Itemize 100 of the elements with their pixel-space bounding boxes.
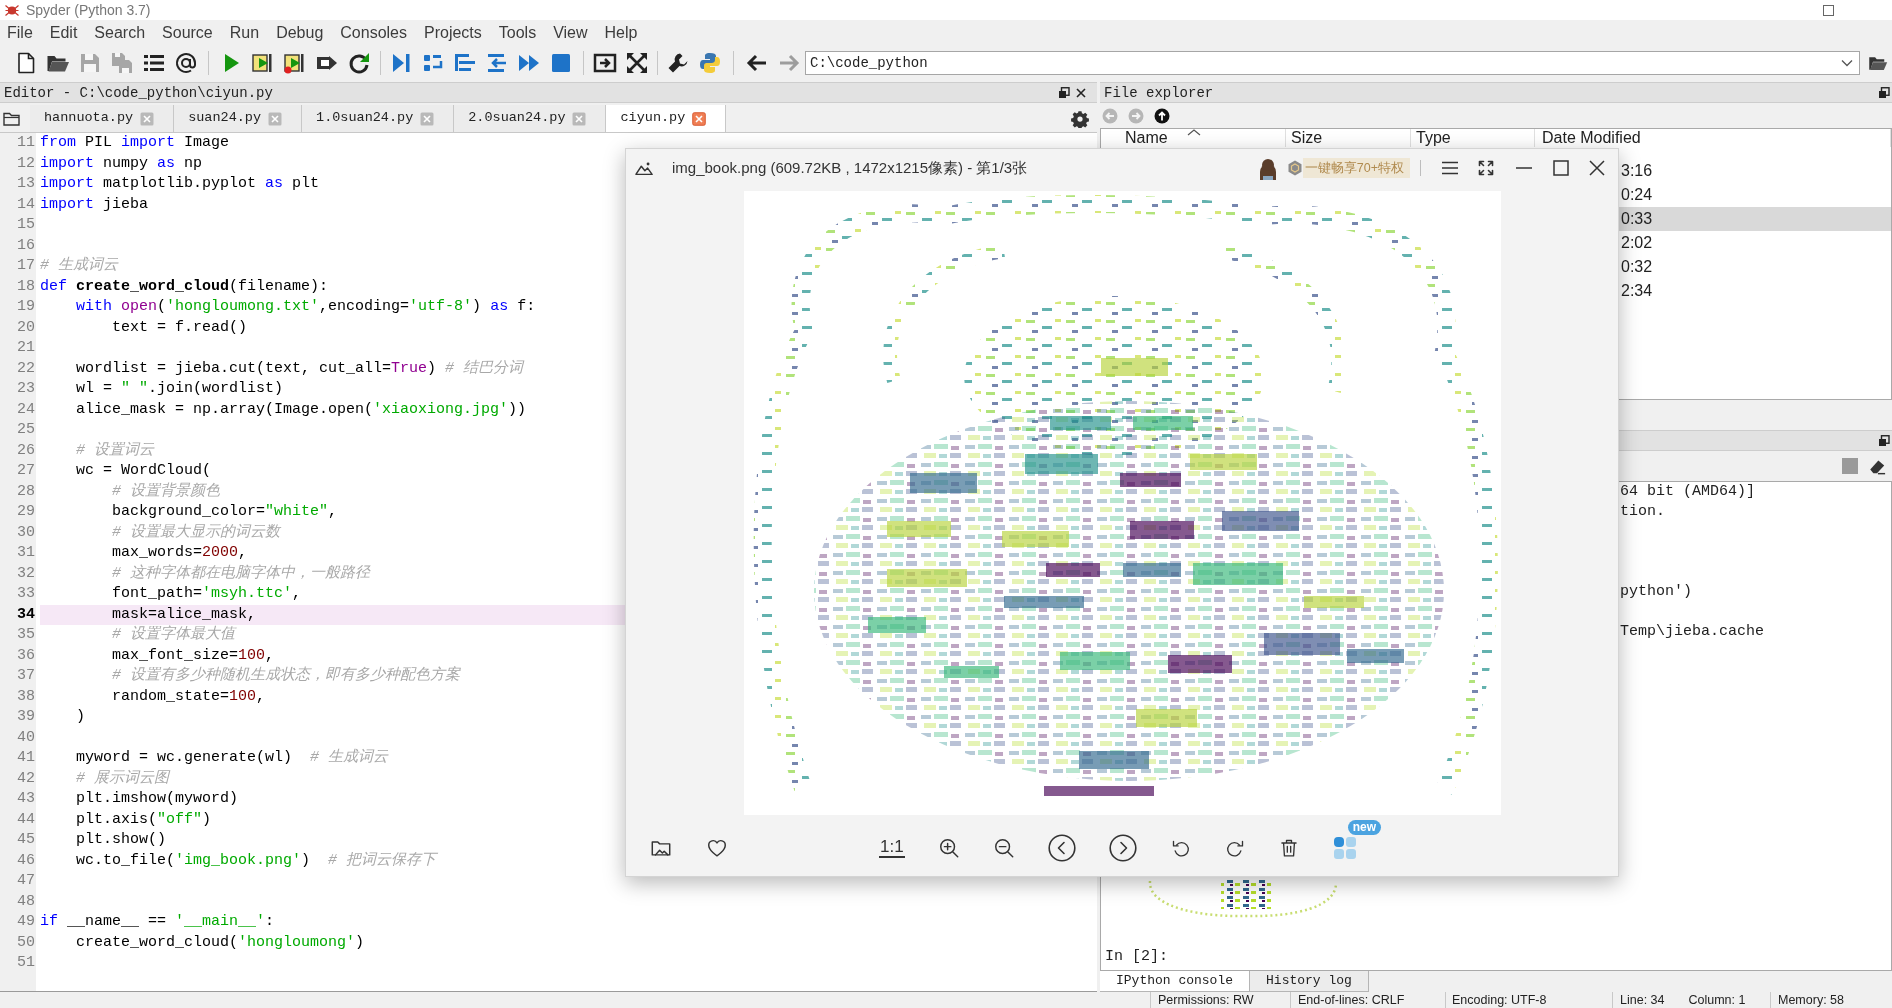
column-header[interactable]: Size xyxy=(1286,129,1410,147)
menu-item[interactable]: View xyxy=(553,23,588,43)
menu-icon[interactable] xyxy=(1441,161,1459,175)
line-number: 40 xyxy=(17,727,35,748)
next-icon[interactable] xyxy=(1108,833,1137,862)
menu-item[interactable]: Tools xyxy=(498,23,537,43)
line-number: 37 xyxy=(17,666,35,686)
console-output-line: tion. xyxy=(1620,502,1665,522)
line-number: 33 xyxy=(17,584,35,604)
column-header[interactable]: Type xyxy=(1411,129,1534,147)
spider-logo-icon xyxy=(5,4,19,16)
code-line: # 这种字体都在电脑字体中，一般路径 xyxy=(112,563,370,584)
line-number: 27 xyxy=(17,461,35,481)
line-number: 22 xyxy=(17,358,35,379)
menu-item[interactable]: Source xyxy=(162,23,213,43)
status-text: Column: 1 xyxy=(1688,993,1746,1007)
line-number: 21 xyxy=(17,338,35,358)
editor-tab[interactable]: ciyun.py xyxy=(606,105,727,132)
file-row[interactable]: 2:34 xyxy=(1619,279,1891,303)
close-tab-icon[interactable] xyxy=(692,111,707,126)
folder-outline-icon[interactable] xyxy=(3,111,20,126)
at-sign-icon[interactable] xyxy=(174,51,198,75)
menu-item[interactable]: Help xyxy=(604,23,638,43)
code-line: plt.axis("off") xyxy=(76,809,212,830)
editor-tab[interactable]: suan24.py xyxy=(174,105,303,132)
settings-icon[interactable] xyxy=(1071,109,1089,128)
mountain-logo-icon[interactable] xyxy=(635,160,653,176)
dropdown-caret-icon[interactable] xyxy=(1841,59,1853,67)
new-badge: new xyxy=(1347,819,1381,835)
maximize-pane-icon[interactable] xyxy=(593,51,617,75)
zoom-out-icon[interactable] xyxy=(992,836,1015,859)
maximize-icon[interactable] xyxy=(1553,160,1569,176)
play-cell-next-icon[interactable] xyxy=(283,51,307,75)
editor-tab[interactable]: 2.0suan24.py xyxy=(454,105,607,132)
zoom-in-icon[interactable] xyxy=(937,836,960,859)
status-text: Memory: 58 xyxy=(1778,993,1844,1007)
menu-item[interactable]: Debug xyxy=(276,23,324,43)
close-icon[interactable] xyxy=(1075,86,1087,99)
code-line: ) xyxy=(76,707,85,727)
console-tab[interactable]: History log xyxy=(1250,971,1369,992)
file-row[interactable]: 0:33 xyxy=(1619,207,1891,231)
status-text: Line: 34 xyxy=(1620,993,1665,1007)
up-icon[interactable] xyxy=(1154,107,1170,124)
restore-window-icon[interactable] xyxy=(1823,4,1834,16)
code-line: text = f.read() xyxy=(112,317,248,338)
step-out-icon[interactable] xyxy=(485,51,509,75)
code-line: wl = " ".join(wordlist) xyxy=(76,379,284,399)
undock-icon[interactable] xyxy=(1878,86,1890,99)
line-number: 24 xyxy=(17,399,35,420)
code-line: from PIL import Image xyxy=(40,133,230,153)
file-row[interactable]: 0:24 xyxy=(1619,183,1891,207)
previous-icon[interactable] xyxy=(1047,833,1076,862)
code-line: max_font_size=100, xyxy=(112,645,275,666)
menu-item[interactable]: Search xyxy=(94,23,146,43)
line-number: 34 xyxy=(17,604,35,625)
menu-item[interactable]: File xyxy=(7,23,33,43)
file-row[interactable]: 0:32 xyxy=(1619,255,1891,279)
menu-item[interactable]: Run xyxy=(229,23,260,43)
line-number: 44 xyxy=(17,809,35,830)
code-line: max_words=2000, xyxy=(112,543,248,563)
editor-tab[interactable]: hannuota.py xyxy=(30,105,175,132)
column-header[interactable]: Date Modified xyxy=(1535,129,1890,147)
undock-icon[interactable] xyxy=(1878,434,1890,447)
menu-item[interactable]: Projects xyxy=(424,23,482,43)
console-tab[interactable]: IPython console xyxy=(1100,971,1251,992)
line-number: 41 xyxy=(17,748,35,768)
code-line: plt.show() xyxy=(76,830,166,850)
python-icon[interactable] xyxy=(698,51,722,75)
rerun-icon[interactable] xyxy=(347,51,371,75)
line-number: 28 xyxy=(17,481,35,502)
fullscreen-icon[interactable] xyxy=(625,51,649,75)
wrench-icon[interactable] xyxy=(666,51,690,75)
menu-item[interactable]: Edit xyxy=(49,23,78,43)
code-line: def create_word_cloud(filename): xyxy=(40,276,329,297)
line-number: 26 xyxy=(17,440,35,461)
code-line: random_state=100, xyxy=(112,686,266,707)
line-number: 38 xyxy=(17,686,35,707)
play-cell-icon[interactable] xyxy=(251,51,275,75)
path-combo-box[interactable]: C:\code_python xyxy=(805,51,1860,75)
file-row[interactable]: 2:02 xyxy=(1619,231,1891,255)
actual-size-button[interactable]: 1:1 xyxy=(879,837,905,858)
menu-item[interactable]: Consoles xyxy=(340,23,407,43)
editor-tab[interactable]: 1.0suan24.py xyxy=(302,105,455,132)
stop-icon[interactable] xyxy=(549,51,573,75)
undock-icon[interactable] xyxy=(1058,86,1070,99)
close-icon[interactable] xyxy=(1589,160,1605,176)
line-number: 11 xyxy=(17,133,35,153)
column-header[interactable]: Name xyxy=(1101,129,1285,147)
code-line: mask=alice_mask, xyxy=(112,604,257,625)
line-number: 50 xyxy=(17,932,35,953)
line-number: 23 xyxy=(17,379,35,399)
file-row[interactable]: 3:16 xyxy=(1619,159,1891,183)
pane-title: File explorer xyxy=(1104,84,1214,101)
line-number: 46 xyxy=(17,850,35,871)
fullscreen-icon[interactable] xyxy=(1478,160,1494,176)
status-text: Encoding: UTF-8 xyxy=(1452,993,1547,1007)
avatar-icon[interactable] xyxy=(1257,156,1278,180)
pane-title: Editor - C:\code_python\ciyun.py xyxy=(4,84,273,101)
line-number: 15 xyxy=(17,215,35,235)
apps-icon[interactable] xyxy=(1332,835,1357,860)
